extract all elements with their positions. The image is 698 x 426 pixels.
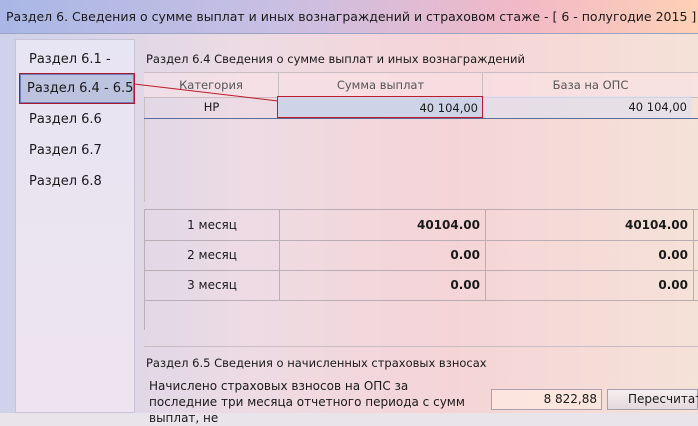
recalculate-button[interactable]: Пересчитать	[607, 389, 698, 410]
month-label: 1 месяц	[145, 210, 280, 240]
month-label: 2 месяц	[145, 240, 280, 270]
month-sum[interactable]: 40104.00	[280, 210, 486, 240]
month-base[interactable]: 40104.00	[486, 210, 694, 240]
table-row: 3 месяц 0.00 0.00	[145, 270, 698, 301]
accrued-contributions-field[interactable]: 8 822,88	[491, 389, 602, 410]
month-sum[interactable]: 0.00	[280, 270, 486, 300]
table-row: 1 месяц 40104.00 40104.00	[145, 210, 698, 241]
month-sum[interactable]: 0.00	[280, 240, 486, 270]
accrued-contributions-label: Начислено страховых взносов на ОПС за по…	[149, 379, 465, 425]
month-base[interactable]: 0.00	[486, 240, 694, 270]
table-row: 2 месяц 0.00 0.00	[145, 240, 698, 271]
monthly-table: 1 месяц 40104.00 40104.00 2 месяц 0.00 0…	[144, 209, 698, 330]
section-6-5-title: Раздел 6.5 Сведения о начисленных страхо…	[146, 356, 487, 370]
month-label: 3 месяц	[145, 270, 280, 300]
month-base[interactable]: 0.00	[486, 270, 694, 300]
